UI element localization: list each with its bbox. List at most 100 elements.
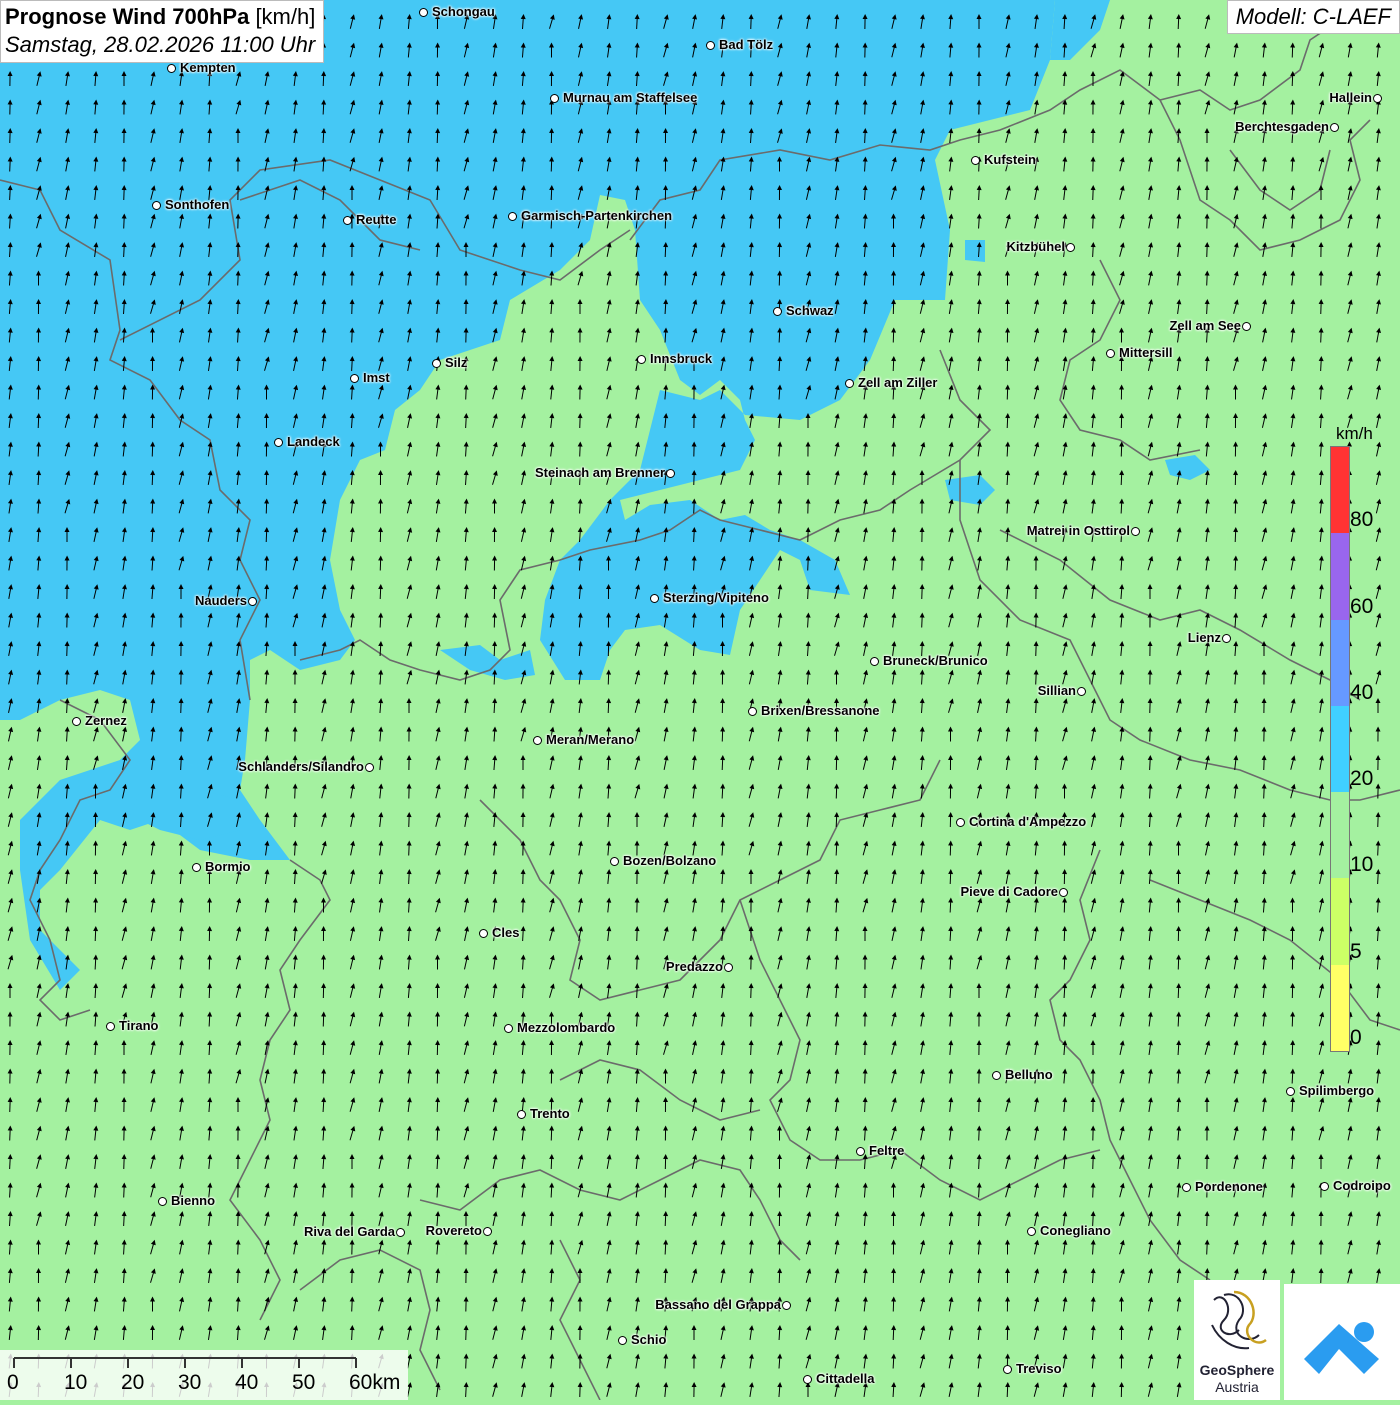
city-marker [504, 1024, 513, 1033]
city-marker [192, 863, 201, 872]
city-marker [1222, 634, 1231, 643]
city-label: Belluno [1005, 1067, 1053, 1082]
scale-tick-label: 0 [7, 1371, 19, 1395]
city-marker [870, 657, 879, 666]
city-label: Feltre [869, 1143, 904, 1158]
city-marker [1330, 123, 1339, 132]
city-label: Murnau am Staffelsee [563, 90, 697, 105]
city-label: Lienz [1188, 630, 1221, 645]
city-label: Predazzo [666, 959, 723, 974]
legend-tick-label: 10 [1350, 853, 1373, 877]
forecast-datetime: Samstag, 28.02.2026 11:00 Uhr [5, 31, 315, 59]
city-marker [1242, 322, 1251, 331]
city-label: Reutte [356, 212, 396, 227]
legend-tick-label: 60 [1350, 595, 1373, 619]
city-label: Sonthofen [165, 197, 229, 212]
city-marker [956, 818, 965, 827]
city-label: Zernez [85, 713, 127, 728]
city-label: Kempten [180, 60, 236, 75]
city-label: Silz [445, 355, 467, 370]
city-marker [167, 64, 176, 73]
title-box: Prognose Wind 700hPa [km/h] Samstag, 28.… [0, 0, 324, 63]
city-label: Mittersill [1119, 345, 1172, 360]
city-label: Landeck [287, 434, 340, 449]
legend-segment [1331, 792, 1349, 878]
city-marker [533, 736, 542, 745]
city-marker [350, 374, 359, 383]
legend-tick-label: 20 [1350, 767, 1373, 791]
city-marker [479, 929, 488, 938]
city-label: Berchtesgaden [1235, 119, 1329, 134]
legend-unit: km/h [1336, 424, 1373, 444]
city-marker [1027, 1227, 1036, 1236]
city-marker [152, 201, 161, 210]
city-marker [1059, 888, 1068, 897]
city-label: Bad Tölz [719, 37, 773, 52]
city-label: Treviso [1016, 1361, 1062, 1376]
city-marker [1182, 1183, 1191, 1192]
city-marker [419, 8, 428, 17]
legend-tick-label: 0 [1350, 1026, 1362, 1050]
city-marker [748, 707, 757, 716]
city-label: Zell am See [1169, 318, 1241, 333]
city-marker [248, 597, 257, 606]
city-marker [724, 963, 733, 972]
city-marker [343, 216, 352, 225]
city-label: Bassano del Grappa [655, 1297, 781, 1312]
city-label: Bienno [171, 1193, 215, 1208]
city-marker [610, 857, 619, 866]
city-marker [365, 763, 374, 772]
city-marker [1106, 349, 1115, 358]
scale-tick-label: 30 [178, 1371, 201, 1395]
city-label: Steinach am Brenner [535, 465, 665, 480]
city-label: Zell am Ziller [858, 375, 937, 390]
city-marker [550, 94, 559, 103]
city-marker [803, 1375, 812, 1384]
app-icon [1284, 1284, 1400, 1400]
city-label: Innsbruck [650, 351, 712, 366]
warning-app-logo [1284, 1284, 1400, 1400]
city-marker [483, 1227, 492, 1236]
city-label: Cles [492, 925, 519, 940]
city-marker [1373, 94, 1382, 103]
city-label: Kitzbühel [1007, 239, 1066, 254]
city-label: Hallein [1329, 90, 1372, 105]
city-marker [856, 1147, 865, 1156]
city-marker [517, 1110, 526, 1119]
city-label: Kufstein [984, 152, 1036, 167]
geosphere-name: GeoSphere [1194, 1362, 1280, 1378]
geosphere-country: Austria [1194, 1379, 1280, 1395]
city-label: Cortina d'Ampezzo [969, 814, 1086, 829]
legend-tick-label: 40 [1350, 681, 1373, 705]
legend-segment [1331, 620, 1349, 706]
city-marker [72, 717, 81, 726]
city-marker [1320, 1182, 1329, 1191]
city-marker [274, 438, 283, 447]
city-marker [637, 355, 646, 364]
city-label: Schongau [432, 4, 495, 19]
scale-tick-label: 20 [121, 1371, 144, 1395]
scale-tick-label: 10 [64, 1371, 87, 1395]
scale-tick-label: 50 [292, 1371, 315, 1395]
city-marker [1003, 1365, 1012, 1374]
city-label: Matrei in Osttirol [1027, 523, 1130, 538]
city-marker [782, 1301, 791, 1310]
city-label: Meran/Merano [546, 732, 634, 747]
city-marker [773, 307, 782, 316]
city-label: Bozen/Bolzano [623, 853, 716, 868]
city-marker [106, 1022, 115, 1031]
city-marker [1077, 687, 1086, 696]
legend-tick-label: 5 [1350, 940, 1362, 964]
scale-tick-label: 60km [349, 1371, 400, 1395]
city-label: Mezzolombardo [517, 1020, 615, 1035]
city-marker [706, 41, 715, 50]
map-title: Prognose Wind 700hPa [km/h] [5, 3, 315, 31]
city-marker [650, 594, 659, 603]
city-marker [845, 379, 854, 388]
legend-segment [1331, 965, 1349, 1051]
city-marker [1286, 1087, 1295, 1096]
legend-color-bar [1330, 446, 1350, 1052]
city-marker [508, 212, 517, 221]
city-marker [396, 1228, 405, 1237]
scale-bar [0, 1350, 408, 1400]
